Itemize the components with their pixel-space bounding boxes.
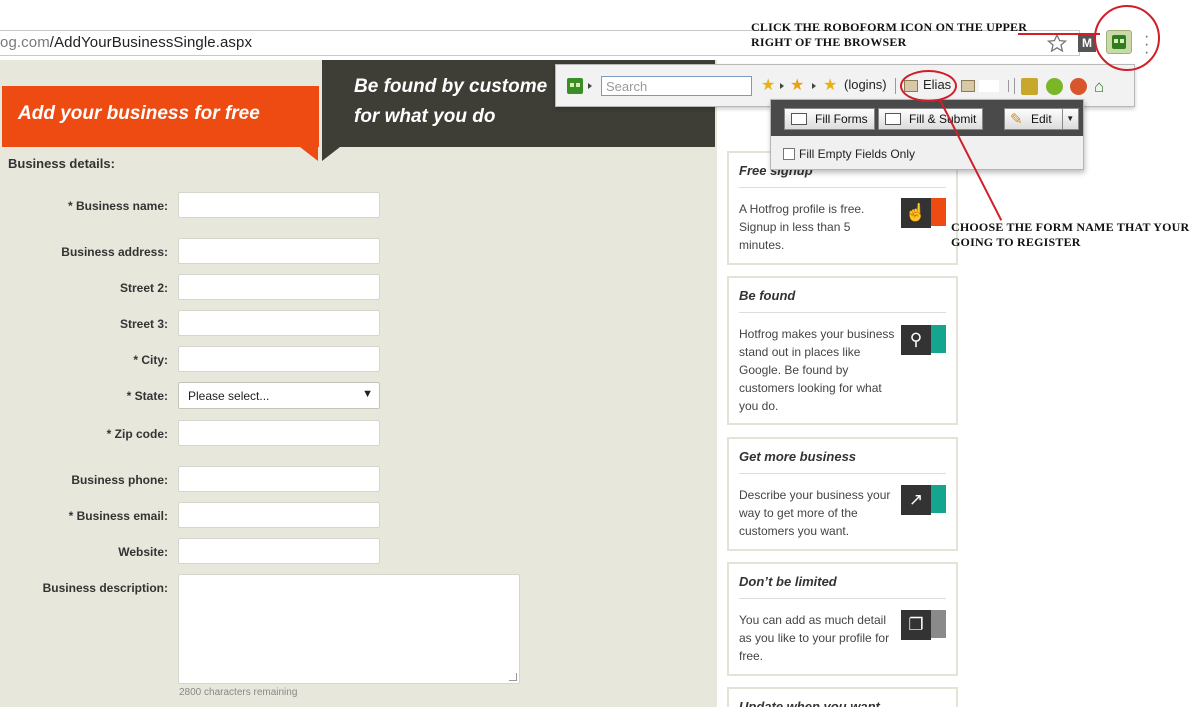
card-divider <box>739 473 946 474</box>
street2-input[interactable] <box>178 274 380 300</box>
card-title: Be found <box>739 288 796 303</box>
card-body: You can add as much detail as you like t… <box>739 613 890 663</box>
business-name-input[interactable] <box>178 192 380 218</box>
business-description-label: Business description: <box>42 581 168 595</box>
city-label: * City: <box>133 353 168 367</box>
fill-submit-button[interactable]: Fill & Submit <box>878 108 984 130</box>
hero-dark-text: Be found by custome for what you do <box>354 72 564 132</box>
card-body: Describe your business your way to get m… <box>739 488 891 538</box>
card-title: Don’t be limited <box>739 574 837 589</box>
annotation-arrow-line <box>1018 33 1100 35</box>
sync-icon[interactable] <box>1070 78 1087 95</box>
business-name-label: * Business name: <box>67 199 168 213</box>
state-selected-value: Please select... <box>188 389 270 403</box>
fill-empty-only-checkbox[interactable] <box>783 148 795 160</box>
identity-card-icon[interactable] <box>961 80 975 92</box>
hero-dark-line-1: Be found by custome <box>354 76 548 97</box>
website-label: Website: <box>118 545 168 559</box>
star-icon[interactable]: ★ <box>761 78 778 94</box>
save-forms-icon[interactable] <box>1021 78 1038 95</box>
chevron-down-icon[interactable]: ▼ <box>1061 109 1078 129</box>
toolbar-divider <box>1014 78 1015 94</box>
card-divider <box>739 598 946 599</box>
magnifier-icon: ⚲ <box>901 325 947 359</box>
state-label: * State: <box>126 389 168 403</box>
logins-menu[interactable]: (logins) <box>844 77 887 92</box>
pencil-icon: ✎ <box>1010 111 1023 128</box>
characters-remaining: 2800 characters remaining <box>179 687 298 698</box>
edit-label: Edit <box>1031 112 1052 126</box>
business-phone-input[interactable] <box>178 466 380 492</box>
street3-label: Street 3: <box>119 317 168 331</box>
hero-orange-notch <box>300 147 318 161</box>
card-be-found: Be found Hotfrog makes your business sta… <box>727 276 958 425</box>
card-title: Get more business <box>739 449 857 464</box>
section-title: Business details: <box>8 156 115 171</box>
street3-input[interactable] <box>178 310 380 336</box>
card-get-more-business: Get more business Describe your business… <box>727 437 958 551</box>
documents-icon: ❐ <box>901 610 947 644</box>
annotation-circle-icon <box>1094 5 1160 71</box>
card-title: Update when you want <box>739 699 880 707</box>
menu-arrow-icon[interactable] <box>588 83 592 89</box>
resize-grip-icon[interactable] <box>509 673 517 681</box>
card-update-when-you-want: Update when you want <box>727 687 958 707</box>
generate-password-icon[interactable] <box>1046 78 1063 95</box>
zip-input[interactable] <box>178 420 380 446</box>
business-phone-label: Business phone: <box>71 473 168 487</box>
card-dont-be-limited: Don’t be limited You can add as much det… <box>727 562 958 676</box>
business-description-textarea[interactable] <box>178 574 520 684</box>
roboform-search-input[interactable]: Search <box>601 76 752 96</box>
fill-submit-label: Fill & Submit <box>909 112 977 126</box>
home-icon[interactable]: ⌂ <box>1094 78 1111 95</box>
hero-dark-notch <box>322 147 340 161</box>
business-address-input[interactable] <box>178 238 380 264</box>
fill-forms-label: Fill Forms <box>815 112 868 126</box>
fill-empty-only-label: Fill Empty Fields Only <box>799 147 916 161</box>
toolbar-divider <box>895 78 896 94</box>
website-input[interactable] <box>178 538 380 564</box>
street2-label: Street 2: <box>119 281 168 295</box>
state-select[interactable]: Please select... ▼ <box>178 382 380 409</box>
annotation-circle-identity <box>900 70 957 102</box>
url-path: /AddYourBusinessSingle.aspx <box>49 34 253 51</box>
roboform-logo-icon[interactable] <box>567 78 583 94</box>
chevron-down-icon: ▼ <box>362 388 373 400</box>
card-divider <box>739 312 946 313</box>
business-email-label: * Business email: <box>68 509 168 523</box>
url-text: og.com/AddYourBusinessSingle.aspx <box>0 34 252 51</box>
business-address-label: Business address: <box>61 245 168 259</box>
url-domain: og.com <box>0 34 50 51</box>
card-body: A Hotfrog profile is free. Signup in les… <box>739 202 865 252</box>
logins-star-icon[interactable]: ★ <box>823 78 840 94</box>
star-icon[interactable]: ★ <box>790 78 807 94</box>
city-input[interactable] <box>178 346 380 372</box>
edit-button[interactable]: ✎ Edit ▼ <box>1004 108 1079 130</box>
card-body: Hotfrog makes your business stand out in… <box>739 327 895 413</box>
menu-arrow-icon[interactable] <box>780 83 784 89</box>
toolbar-divider <box>1008 80 1009 92</box>
hero-orange-title: Add your business for free <box>18 103 260 124</box>
hero-dark-line-2: for what you do <box>354 106 496 127</box>
zip-label: * Zip code: <box>106 427 168 441</box>
business-email-input[interactable] <box>178 502 380 528</box>
card-divider <box>739 187 946 188</box>
annotation-choose-form: CHOOSE THE FORM NAME THAT YOUR GOING TO … <box>951 220 1190 249</box>
fill-forms-button[interactable]: Fill Forms <box>784 108 875 130</box>
form-icon <box>791 113 807 125</box>
growth-chart-icon: ↗ <box>901 485 947 519</box>
menu-arrow-icon[interactable] <box>812 83 816 89</box>
hand-pointer-icon: ☝ <box>901 198 947 232</box>
roboform-identity-dropdown: Fill Forms Fill & Submit ✎ Edit ▼ Fill Emp… <box>770 99 1084 170</box>
annotation-click-roboform: CLICK THE ROBOFORM ICON ON THE UPPER RIG… <box>751 20 1028 49</box>
form-submit-icon <box>885 113 901 125</box>
identity-redacted[interactable] <box>979 80 999 92</box>
